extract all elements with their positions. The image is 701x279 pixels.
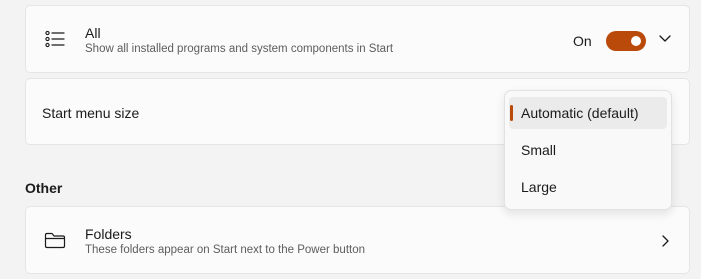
toggle-knob bbox=[631, 36, 641, 46]
all-programs-subtitle: Show all installed programs and system c… bbox=[85, 43, 394, 55]
chevron-right-icon[interactable] bbox=[660, 234, 670, 248]
dropdown-option-label: Small bbox=[521, 142, 557, 158]
folders-subtitle: These folders appear on Start next to th… bbox=[85, 244, 366, 256]
dropdown-option-label: Large bbox=[521, 179, 557, 195]
all-programs-toggle[interactable] bbox=[606, 31, 646, 51]
list-icon bbox=[45, 30, 65, 48]
dropdown-option-small[interactable]: Small bbox=[509, 134, 667, 166]
start-menu-size-label: Start menu size bbox=[42, 105, 140, 121]
folders-card[interactable]: Folders These folders appear on Start ne… bbox=[25, 206, 690, 274]
section-heading-other: Other bbox=[25, 180, 63, 196]
chevron-down-icon[interactable] bbox=[658, 34, 672, 44]
selected-indicator bbox=[510, 105, 513, 121]
dropdown-option-label: Automatic (default) bbox=[521, 105, 639, 121]
dropdown-option-automatic[interactable]: Automatic (default) bbox=[509, 97, 667, 129]
folder-icon bbox=[44, 232, 66, 249]
toggle-state-label: On bbox=[573, 33, 592, 49]
all-programs-card[interactable]: All Show all installed programs and syst… bbox=[25, 5, 690, 73]
start-menu-size-dropdown[interactable]: Automatic (default) Small Large bbox=[504, 90, 672, 210]
folders-title: Folders bbox=[85, 226, 132, 242]
all-programs-title: All bbox=[85, 25, 101, 41]
dropdown-option-large[interactable]: Large bbox=[509, 171, 667, 203]
